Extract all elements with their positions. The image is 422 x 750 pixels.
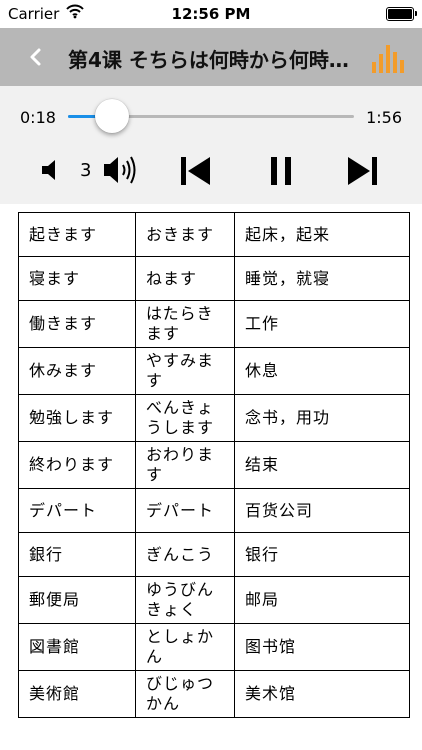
reading-cell: ゆうびんきょく	[135, 576, 235, 624]
vocabulary-table: 起きます おきます 起床，起来 寝ます ねます 睡觉，就寝 働きます はたらきま…	[18, 212, 410, 718]
meaning-cell: 美术馆	[234, 670, 410, 718]
meaning-cell: 银行	[234, 532, 410, 577]
reading-cell: おわります	[135, 441, 235, 489]
reading-cell: べんきょうします	[135, 394, 235, 442]
table-row[interactable]: 終わります おわります 结束	[18, 441, 410, 489]
equalizer-icon[interactable]	[369, 42, 405, 74]
word-cell: 寝ます	[18, 256, 136, 301]
word-cell: 美術館	[18, 670, 136, 718]
table-row[interactable]: 美術館 びじゅつかん 美术馆	[18, 670, 410, 718]
meaning-cell: 百货公司	[234, 488, 410, 533]
word-cell: 働きます	[18, 300, 136, 348]
navigation-bar: 第4课 そちらは何時から何時まですか	[0, 28, 422, 86]
word-cell: 銀行	[18, 532, 136, 577]
word-cell: 休みます	[18, 347, 136, 395]
word-cell: デパート	[18, 488, 136, 533]
volume-up-icon[interactable]	[102, 153, 144, 187]
status-bar: Carrier 12:56 PM	[0, 0, 422, 28]
meaning-cell: 起床，起来	[234, 212, 410, 257]
battery-icon	[386, 7, 417, 21]
progress-thumb[interactable]	[95, 99, 130, 133]
meaning-cell: 结束	[234, 441, 410, 489]
reading-cell: やすみます	[135, 347, 235, 395]
meaning-cell: 工作	[234, 300, 410, 348]
table-row[interactable]: 図書館 としょかん 图书馆	[18, 623, 410, 671]
meaning-cell: 邮局	[234, 576, 410, 624]
reading-cell: はたらきます	[135, 300, 235, 348]
meaning-cell: 图书馆	[234, 623, 410, 671]
word-cell: 勉強します	[18, 394, 136, 442]
total-time: 1:56	[366, 108, 402, 127]
table-row[interactable]: 銀行 ぎんこう 银行	[18, 532, 410, 577]
meaning-cell: 睡觉，就寝	[234, 256, 410, 301]
skip-next-icon[interactable]	[346, 154, 380, 188]
back-chevron-icon[interactable]	[24, 44, 48, 70]
reading-cell: デパート	[135, 488, 235, 533]
word-cell: 郵便局	[18, 576, 136, 624]
table-row[interactable]: 勉強します べんきょうします 念书，用功	[18, 394, 410, 442]
volume-down-icon[interactable]	[40, 158, 64, 182]
table-row[interactable]: デパート デパート 百货公司	[18, 488, 410, 533]
audio-player: 0:18 1:56 3	[0, 86, 422, 204]
reading-cell: ぎんこう	[135, 532, 235, 577]
skip-previous-icon[interactable]	[178, 154, 212, 188]
page-title: 第4课 そちらは何時から何時まですか	[68, 48, 360, 72]
pause-icon[interactable]	[268, 154, 294, 188]
reading-cell: びじゅつかん	[135, 670, 235, 718]
reading-cell: としょかん	[135, 623, 235, 671]
reading-cell: おきます	[135, 212, 235, 257]
meaning-cell: 休息	[234, 347, 410, 395]
table-row[interactable]: 郵便局 ゆうびんきょく 邮局	[18, 576, 410, 624]
meaning-cell: 念书，用功	[234, 394, 410, 442]
table-row[interactable]: 休みます やすみます 休息	[18, 347, 410, 395]
word-cell: 図書館	[18, 623, 136, 671]
current-time: 0:18	[20, 108, 56, 127]
clock: 12:56 PM	[171, 5, 251, 23]
word-cell: 終わります	[18, 441, 136, 489]
table-row[interactable]: 働きます はたらきます 工作	[18, 300, 410, 348]
table-row[interactable]: 寝ます ねます 睡觉，就寝	[18, 256, 410, 301]
table-row[interactable]: 起きます おきます 起床，起来	[18, 212, 410, 257]
volume-level: 3	[80, 160, 92, 181]
reading-cell: ねます	[135, 256, 235, 301]
word-cell: 起きます	[18, 212, 136, 257]
